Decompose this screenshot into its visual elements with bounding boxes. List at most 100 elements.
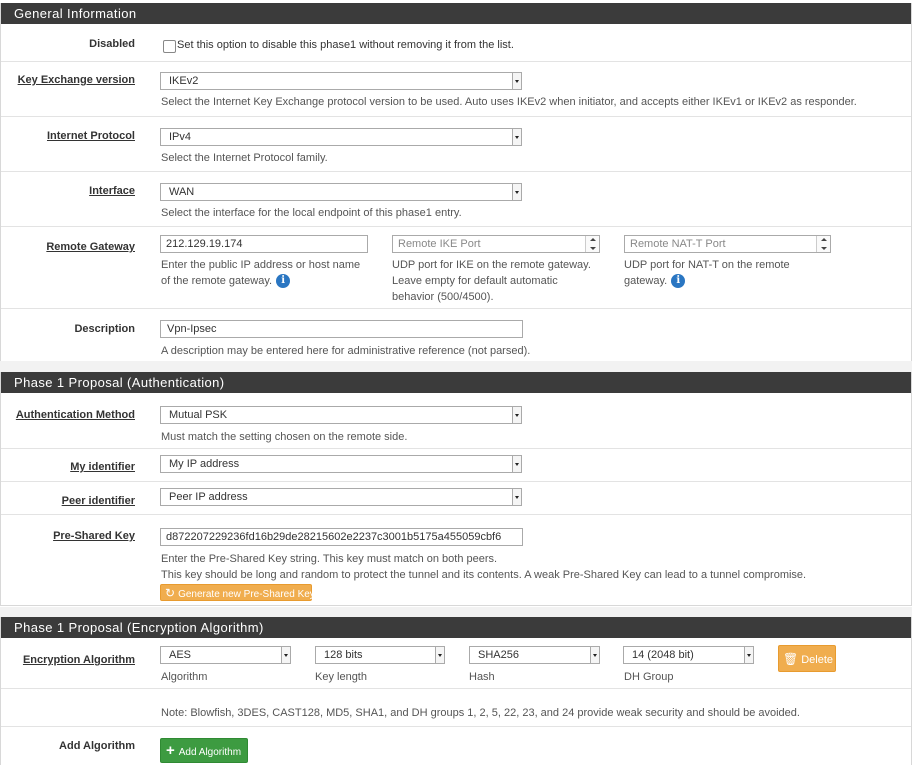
- algorithm-value: AES: [169, 649, 192, 661]
- description-label: Description: [74, 323, 135, 335]
- dh-group-caption: DH Group: [624, 671, 674, 683]
- add-algorithm-button-label: Add Algorithm: [178, 747, 242, 758]
- remote-gateway-input[interactable]: 212.129.19.174: [160, 235, 368, 253]
- chevron-down-icon: [512, 73, 521, 89]
- peer-identifier-label: Peer identifier: [61, 495, 135, 507]
- authentication-heading: Phase 1 Proposal (Authentication): [1, 372, 911, 393]
- psk-row: Pre-Shared Key d872207229236fd16b29de282…: [1, 515, 911, 605]
- internet-protocol-select[interactable]: IPv4: [160, 128, 522, 146]
- encryption-algorithm-label: Encryption Algorithm: [22, 654, 135, 666]
- dh-group-select[interactable]: 14 (2048 bit): [623, 646, 754, 664]
- my-identifier-row: My identifier My IP address: [1, 449, 911, 482]
- key-exchange-select[interactable]: IKEv2: [160, 72, 522, 90]
- section-gap: [0, 607, 912, 617]
- section-gap: [0, 361, 912, 372]
- chevron-down-icon: [512, 456, 521, 472]
- auth-method-select[interactable]: Mutual PSK: [160, 406, 522, 424]
- stepper-icon[interactable]: [585, 236, 599, 252]
- key-exchange-label: Key Exchange version: [17, 74, 135, 86]
- remote-gateway-help-line1: Enter the public IP address or host name: [161, 259, 361, 271]
- chevron-down-icon: [512, 489, 521, 505]
- remote-gateway-help: Enter the public IP address or host name…: [161, 257, 360, 289]
- auth-method-help: Must match the setting chosen on the rem…: [161, 431, 408, 443]
- remote-gateway-label: Remote Gateway: [46, 241, 135, 253]
- chevron-down-icon: [590, 647, 599, 663]
- chevron-down-icon: [512, 129, 521, 145]
- interface-select[interactable]: WAN: [160, 183, 522, 201]
- chevron-down-icon: [512, 184, 521, 200]
- hash-select[interactable]: SHA256: [469, 646, 600, 664]
- weak-note: Note: Blowfish, 3DES, CAST128, MD5, SHA1…: [161, 707, 800, 719]
- info-icon[interactable]: i: [671, 274, 686, 289]
- psk-label: Pre-Shared Key: [53, 530, 135, 542]
- remote-ike-port-help: UDP port for IKE on the remote gateway. …: [392, 257, 591, 305]
- chevron-down-icon: [435, 647, 444, 663]
- info-icon[interactable]: i: [276, 274, 291, 289]
- description-input[interactable]: Vpn-Ipsec: [160, 320, 523, 338]
- add-algorithm-row: Add Algorithm + Add Algorithm: [1, 727, 911, 767]
- peer-identifier-row: Peer identifier Peer IP address: [1, 482, 911, 515]
- add-algorithm-label: Add Algorithm: [59, 740, 135, 752]
- chevron-down-icon: [744, 647, 753, 663]
- algorithm-caption: Algorithm: [161, 671, 208, 683]
- remote-ike-port-help-line1: UDP port for IKE on the remote gateway.: [392, 259, 591, 271]
- remote-ike-port-input[interactable]: Remote IKE Port: [392, 235, 600, 253]
- interface-row: Interface WAN Select the interface for t…: [1, 172, 911, 227]
- key-exchange-help: Select the Internet Key Exchange protoco…: [161, 96, 857, 108]
- key-length-value: 128 bits: [324, 649, 363, 661]
- add-algorithm-button[interactable]: + Add Algorithm: [160, 738, 248, 763]
- hash-value: SHA256: [478, 649, 519, 661]
- authentication-panel: Phase 1 Proposal (Authentication) Authen…: [0, 372, 912, 606]
- disabled-label: Disabled: [89, 38, 135, 50]
- remote-gateway-row: Remote Gateway 212.129.19.174 Enter the …: [1, 227, 911, 309]
- remote-natt-port-placeholder: Remote NAT-T Port: [630, 238, 726, 250]
- algorithm-select[interactable]: AES: [160, 646, 291, 664]
- my-identifier-select[interactable]: My IP address: [160, 455, 522, 473]
- general-information-panel: General Information Disabled Set this op…: [0, 3, 912, 361]
- peer-identifier-value: Peer IP address: [169, 491, 248, 503]
- internet-protocol-help: Select the Internet Protocol family.: [161, 152, 328, 164]
- psk-help-line2: This key should be long and random to pr…: [161, 569, 807, 581]
- encryption-panel: Phase 1 Proposal (Encryption Algorithm) …: [0, 617, 912, 765]
- disabled-text: Set this option to disable this phase1 w…: [177, 39, 514, 51]
- remote-ike-port-help-line2: Leave empty for default automatic: [392, 275, 558, 287]
- internet-protocol-row: Internet Protocol IPv4 Select the Intern…: [1, 117, 911, 172]
- remote-natt-port-help-line1: UDP port for NAT-T on the remote: [624, 259, 790, 271]
- key-exchange-value: IKEv2: [169, 75, 199, 87]
- hash-caption: Hash: [469, 671, 495, 683]
- auth-method-label: Authentication Method: [15, 409, 135, 421]
- remote-ike-port-placeholder: Remote IKE Port: [398, 238, 481, 250]
- key-length-select[interactable]: 128 bits: [315, 646, 445, 664]
- dh-group-value: 14 (2048 bit): [632, 649, 694, 661]
- generate-psk-label: Generate new Pre-Shared Key: [178, 589, 315, 600]
- description-help: A description may be entered here for ad…: [161, 345, 531, 357]
- disabled-checkbox[interactable]: [163, 40, 176, 53]
- auth-method-row: Authentication Method Mutual PSK Must ma…: [1, 393, 911, 449]
- peer-identifier-select[interactable]: Peer IP address: [160, 488, 522, 506]
- psk-help-line1: Enter the Pre-Shared Key string. This ke…: [161, 553, 498, 565]
- interface-label: Interface: [89, 185, 135, 197]
- key-exchange-row: Key Exchange version IKEv2 Select the In…: [1, 62, 911, 117]
- psk-input[interactable]: d872207229236fd16b29de28215602e2237c3001…: [160, 528, 523, 546]
- interface-help: Select the interface for the local endpo…: [161, 207, 462, 219]
- disabled-row: Disabled Set this option to disable this…: [1, 24, 911, 62]
- general-information-heading: General Information: [1, 3, 911, 24]
- remote-natt-port-help: UDP port for NAT-T on the remote gateway…: [624, 257, 790, 289]
- remote-gateway-help-line2: of the remote gateway. i: [161, 273, 360, 289]
- description-row: Description Vpn-Ipsec A description may …: [1, 309, 911, 361]
- remote-gateway-help-text2: of the remote gateway.: [161, 275, 273, 287]
- plus-icon: +: [166, 742, 175, 759]
- encryption-algorithm-row: Encryption Algorithm AES Algorithm 128 b…: [1, 638, 911, 689]
- delete-label: Delete: [801, 654, 834, 666]
- chevron-down-icon: [512, 407, 521, 423]
- auth-method-value: Mutual PSK: [169, 409, 228, 421]
- trash-icon: 🗑: [783, 652, 799, 666]
- remote-natt-port-input[interactable]: Remote NAT-T Port: [624, 235, 831, 253]
- stepper-icon[interactable]: [816, 236, 830, 252]
- remote-natt-port-help-line2: gateway. i: [624, 273, 790, 289]
- delete-algorithm-button[interactable]: 🗑 Delete: [778, 645, 836, 672]
- my-identifier-value: My IP address: [169, 458, 240, 470]
- chevron-down-icon: [281, 647, 290, 663]
- internet-protocol-value: IPv4: [169, 131, 192, 143]
- generate-psk-button[interactable]: ↻ Generate new Pre-Shared Key: [160, 584, 315, 601]
